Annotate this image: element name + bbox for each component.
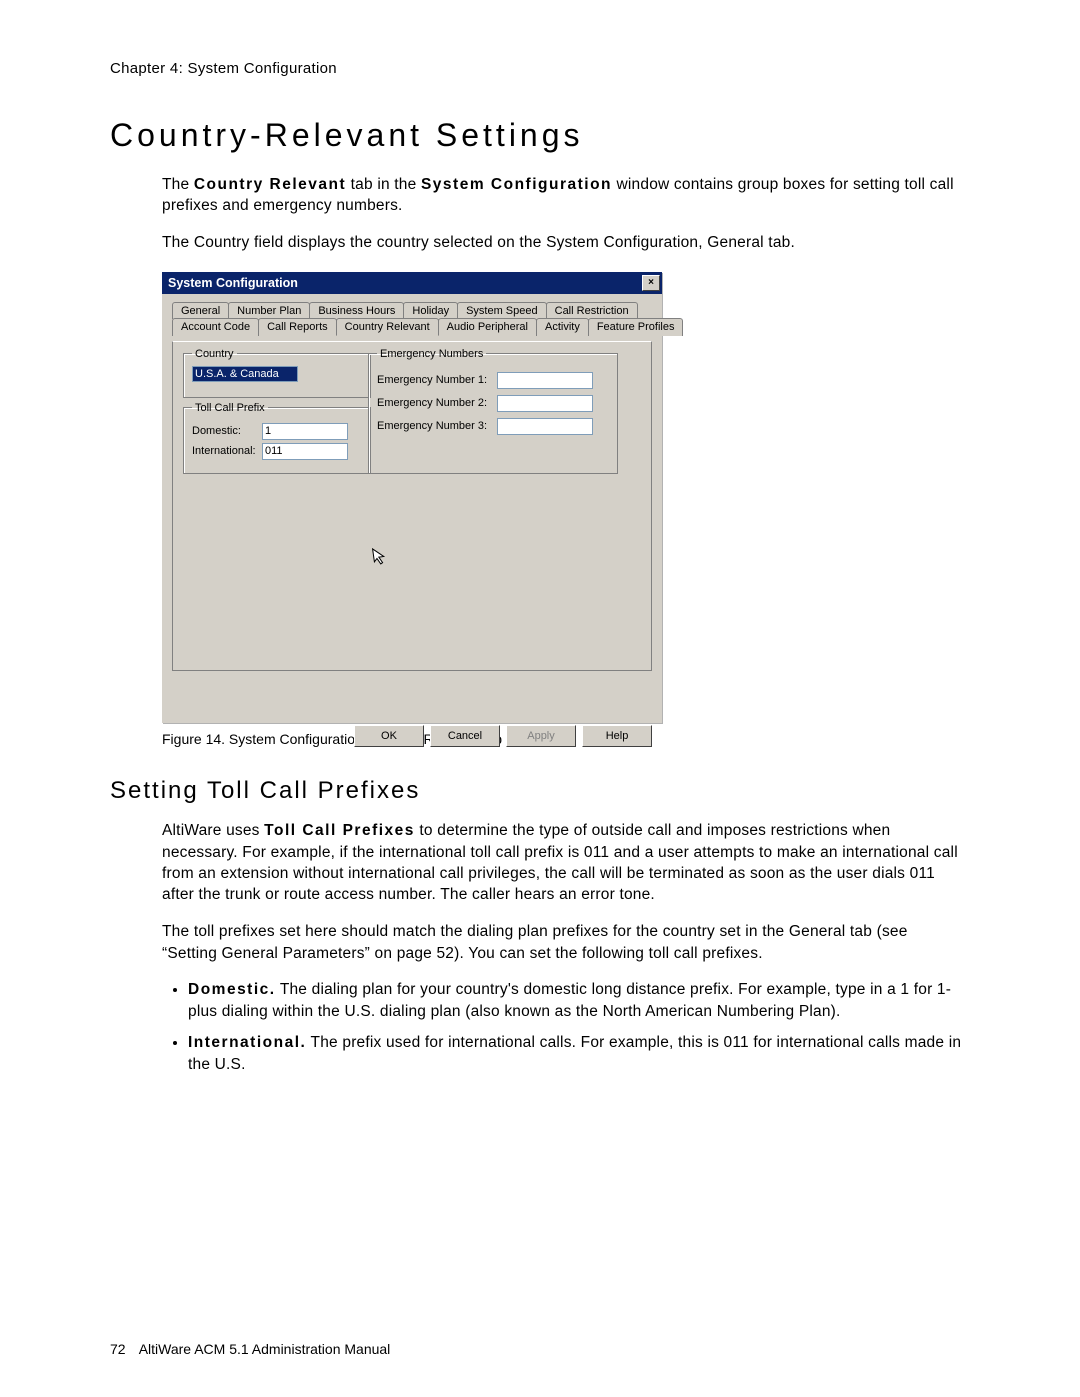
intro-paragraph-2: The Country field displays the country s…: [162, 232, 964, 253]
p1-c: tab in the: [346, 176, 421, 193]
tab-row-1: General Number Plan Business Hours Holid…: [172, 302, 652, 319]
apply-button[interactable]: Apply: [506, 725, 576, 747]
subsection-title: Setting Toll Call Prefixes: [110, 777, 970, 805]
section-title: Country-Relevant Settings: [110, 117, 970, 154]
bullet-international-title: International.: [188, 1034, 306, 1051]
tab-business-hours[interactable]: Business Hours: [309, 302, 404, 319]
bullet-domestic: Domestic. The dialing plan for your coun…: [188, 979, 964, 1022]
emergency-2-input[interactable]: [497, 395, 593, 412]
toll-call-prefix-group: Toll Call Prefix Domestic: International…: [183, 402, 371, 474]
emergency-2-label: Emergency Number 2:: [377, 397, 497, 409]
tab-number-plan[interactable]: Number Plan: [228, 302, 310, 319]
emergency-3-input[interactable]: [497, 418, 593, 435]
tab-country-relevant[interactable]: Country Relevant: [336, 318, 439, 336]
cursor-icon: [371, 546, 388, 571]
ok-button[interactable]: OK: [354, 725, 424, 747]
tab-row-2: Account Code Call Reports Country Releva…: [172, 318, 652, 336]
p1-b: Country Relevant: [194, 176, 346, 193]
emergency-1-input[interactable]: [497, 372, 593, 389]
emergency-3-label: Emergency Number 3:: [377, 420, 497, 432]
system-configuration-dialog: System Configuration × General Number Pl…: [162, 272, 662, 723]
country-legend: Country: [192, 348, 237, 360]
tab-strip: General Number Plan Business Hours Holid…: [172, 302, 652, 336]
emergency-1-label: Emergency Number 1:: [377, 374, 497, 386]
chapter-header: Chapter 4: System Configuration: [110, 60, 970, 77]
bullet-domestic-text: The dialing plan for your country's dome…: [188, 981, 951, 1019]
dialog-title: System Configuration: [168, 276, 298, 290]
dialog-titlebar: System Configuration ×: [162, 272, 662, 294]
bullet-list: Domestic. The dialing plan for your coun…: [188, 979, 964, 1075]
emergency-numbers-group: Emergency Numbers Emergency Number 1: Em…: [368, 348, 618, 474]
close-icon: ×: [648, 278, 654, 288]
footer-text: AltiWare ACM 5.1 Administration Manual: [139, 1341, 391, 1357]
toll-legend: Toll Call Prefix: [192, 402, 268, 414]
help-button[interactable]: Help: [582, 725, 652, 747]
page-footer: 72 AltiWare ACM 5.1 Administration Manua…: [110, 1341, 390, 1357]
tab-audio-peripheral[interactable]: Audio Peripheral: [438, 318, 537, 336]
tab-general[interactable]: General: [172, 302, 229, 319]
tab-page-country-relevant: Country U.S.A. & Canada Toll Call Prefix…: [172, 341, 652, 671]
emergency-legend: Emergency Numbers: [377, 348, 486, 360]
p3-a: AltiWare uses: [162, 822, 264, 839]
dialog-footer: OK Cancel Apply Help: [172, 671, 652, 713]
domestic-label: Domestic:: [192, 425, 262, 437]
tab-feature-profiles[interactable]: Feature Profiles: [588, 318, 684, 336]
tab-account-code[interactable]: Account Code: [172, 318, 259, 336]
page-number: 72: [110, 1341, 126, 1357]
cancel-button[interactable]: Cancel: [430, 725, 500, 747]
p1-a: The: [162, 176, 194, 193]
tab-call-restriction[interactable]: Call Restriction: [546, 302, 638, 319]
country-group: Country U.S.A. & Canada: [183, 348, 371, 398]
country-select[interactable]: U.S.A. & Canada: [192, 366, 298, 382]
tab-activity[interactable]: Activity: [536, 318, 589, 336]
international-input[interactable]: [262, 443, 348, 460]
tab-holiday[interactable]: Holiday: [403, 302, 458, 319]
domestic-input[interactable]: [262, 423, 348, 440]
international-label: International:: [192, 445, 262, 457]
tab-system-speed[interactable]: System Speed: [457, 302, 547, 319]
bullet-domestic-title: Domestic.: [188, 981, 276, 998]
paragraph-3: AltiWare uses Toll Call Prefixes to dete…: [162, 820, 964, 906]
p3-b: Toll Call Prefixes: [264, 822, 415, 839]
bullet-international: International. The prefix used for inter…: [188, 1032, 964, 1075]
close-button[interactable]: ×: [642, 275, 660, 291]
intro-paragraph-1: The Country Relevant tab in the System C…: [162, 174, 964, 217]
p1-d: System Configuration: [421, 176, 612, 193]
dialog-body: General Number Plan Business Hours Holid…: [162, 294, 662, 723]
paragraph-4: The toll prefixes set here should match …: [162, 921, 964, 964]
tab-call-reports[interactable]: Call Reports: [258, 318, 337, 336]
